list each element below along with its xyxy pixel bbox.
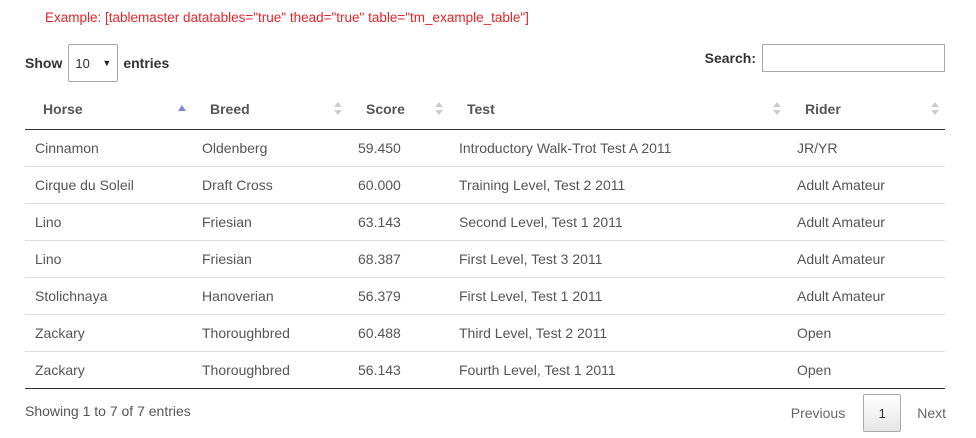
table-row: Stolichnaya Hanoverian 56.379 First Leve… <box>25 277 945 315</box>
column-header-label: Score <box>366 101 405 118</box>
cell-horse: Zackary <box>25 314 192 352</box>
cell-horse: Stolichnaya <box>25 277 192 315</box>
table-header-row: Horse Breed Score Test Rider <box>25 90 945 130</box>
table-row: Cirque du Soleil Draft Cross 60.000 Trai… <box>25 166 945 204</box>
cell-horse: Lino <box>25 240 192 278</box>
column-header-test[interactable]: Test <box>449 90 787 130</box>
column-header-horse[interactable]: Horse <box>25 90 192 130</box>
entries-length-control: Show 10 ▼ entries <box>25 44 169 82</box>
column-header-label: Rider <box>805 101 841 118</box>
sort-both-icon <box>773 102 781 116</box>
next-page-button[interactable]: Next <box>917 405 946 421</box>
entries-label: entries <box>123 55 170 71</box>
cell-score: 56.379 <box>348 277 449 315</box>
cell-horse: Cirque du Soleil <box>25 166 192 204</box>
cell-rider: Open <box>787 314 945 352</box>
column-header-label: Horse <box>43 101 83 118</box>
cell-breed: Oldenberg <box>192 129 348 167</box>
column-header-label: Breed <box>210 101 250 118</box>
cell-test: Training Level, Test 2 2011 <box>449 166 787 204</box>
example-shortcode-note: Example: [tablemaster datatables="true" … <box>45 10 529 25</box>
cell-score: 56.143 <box>348 351 449 389</box>
cell-rider: Adult Amateur <box>787 240 945 278</box>
sort-both-icon <box>435 102 443 116</box>
cell-test: First Level, Test 3 2011 <box>449 240 787 278</box>
cell-test: Fourth Level, Test 1 2011 <box>449 351 787 389</box>
cell-breed: Draft Cross <box>192 166 348 204</box>
cell-score: 60.488 <box>348 314 449 352</box>
cell-breed: Thoroughbred <box>192 314 348 352</box>
column-header-label: Test <box>467 101 495 118</box>
cell-test: Second Level, Test 1 2011 <box>449 203 787 241</box>
cell-score: 68.387 <box>348 240 449 278</box>
cell-horse: Zackary <box>25 351 192 389</box>
cell-breed: Friesian <box>192 240 348 278</box>
sort-ascending-icon <box>178 105 186 112</box>
cell-test: Introductory Walk-Trot Test A 2011 <box>449 129 787 167</box>
table-row: Zackary Thoroughbred 60.488 Third Level,… <box>25 314 945 352</box>
search-control: Search: <box>705 44 945 72</box>
cell-score: 59.450 <box>348 129 449 167</box>
cell-rider: Open <box>787 351 945 389</box>
cell-breed: Thoroughbred <box>192 351 348 389</box>
pagination: Previous 1 Next <box>791 394 946 432</box>
table-info: Showing 1 to 7 of 7 entries <box>25 403 191 419</box>
cell-score: 63.143 <box>348 203 449 241</box>
sort-both-icon <box>334 102 342 116</box>
column-header-score[interactable]: Score <box>348 90 449 130</box>
table-row: Zackary Thoroughbred 56.143 Fourth Level… <box>25 351 945 389</box>
cell-breed: Friesian <box>192 203 348 241</box>
entries-per-page-select[interactable]: 10 ▼ <box>68 44 119 82</box>
cell-rider: Adult Amateur <box>787 277 945 315</box>
data-table: Horse Breed Score Test Rider Cinnamon Ol… <box>25 90 945 389</box>
cell-rider: Adult Amateur <box>787 203 945 241</box>
table-row: Cinnamon Oldenberg 59.450 Introductory W… <box>25 129 945 167</box>
page-1-button[interactable]: 1 <box>863 394 902 432</box>
cell-score: 60.000 <box>348 166 449 204</box>
cell-horse: Cinnamon <box>25 129 192 167</box>
cell-breed: Hanoverian <box>192 277 348 315</box>
previous-page-button[interactable]: Previous <box>791 405 845 421</box>
cell-test: Third Level, Test 2 2011 <box>449 314 787 352</box>
cell-horse: Lino <box>25 203 192 241</box>
cell-rider: Adult Amateur <box>787 166 945 204</box>
search-label: Search: <box>704 50 756 66</box>
entries-per-page-value: 10 <box>75 55 90 71</box>
column-header-breed[interactable]: Breed <box>192 90 348 130</box>
cell-test: First Level, Test 1 2011 <box>449 277 787 315</box>
table-row: Lino Friesian 68.387 First Level, Test 3… <box>25 240 945 278</box>
cell-rider: JR/YR <box>787 129 945 167</box>
table-row: Lino Friesian 63.143 Second Level, Test … <box>25 203 945 241</box>
sort-both-icon <box>931 102 939 116</box>
search-input[interactable] <box>762 44 945 72</box>
dropdown-arrow-icon: ▼ <box>102 58 112 68</box>
column-header-rider[interactable]: Rider <box>787 90 945 130</box>
show-label: Show <box>25 55 63 71</box>
